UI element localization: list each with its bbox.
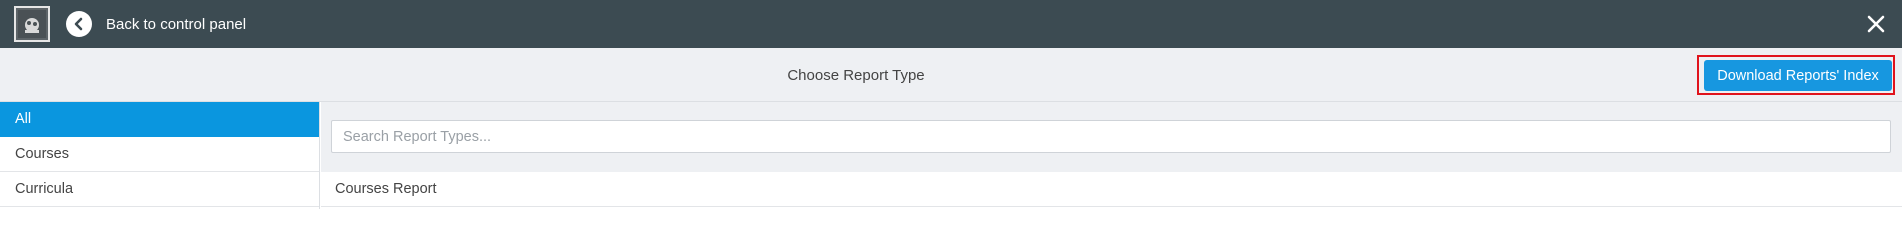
sidebar-item-courses[interactable]: Courses: [0, 137, 319, 172]
search-report-types-input[interactable]: [331, 120, 1891, 153]
page-title: Choose Report Type: [787, 66, 925, 84]
list-item[interactable]: Courses Report: [321, 172, 1902, 207]
report-type-header: Choose Report Type Download Reports' Ind…: [0, 48, 1902, 102]
back-to-control-panel-link[interactable]: Back to control panel: [66, 11, 246, 37]
app-logo-icon[interactable]: [14, 6, 50, 42]
back-label: Back to control panel: [106, 15, 247, 33]
top-bar: Back to control panel: [0, 0, 1902, 48]
search-area: [321, 102, 1902, 172]
sidebar-item-all[interactable]: All: [0, 102, 319, 137]
download-reports-index-button[interactable]: Download Reports' Index: [1704, 60, 1892, 91]
report-category-sidebar: All Courses Curricula: [0, 102, 320, 209]
sidebar-item-curricula[interactable]: Curricula: [0, 172, 319, 207]
close-icon[interactable]: [1864, 12, 1888, 36]
chevron-left-icon: [66, 11, 92, 37]
